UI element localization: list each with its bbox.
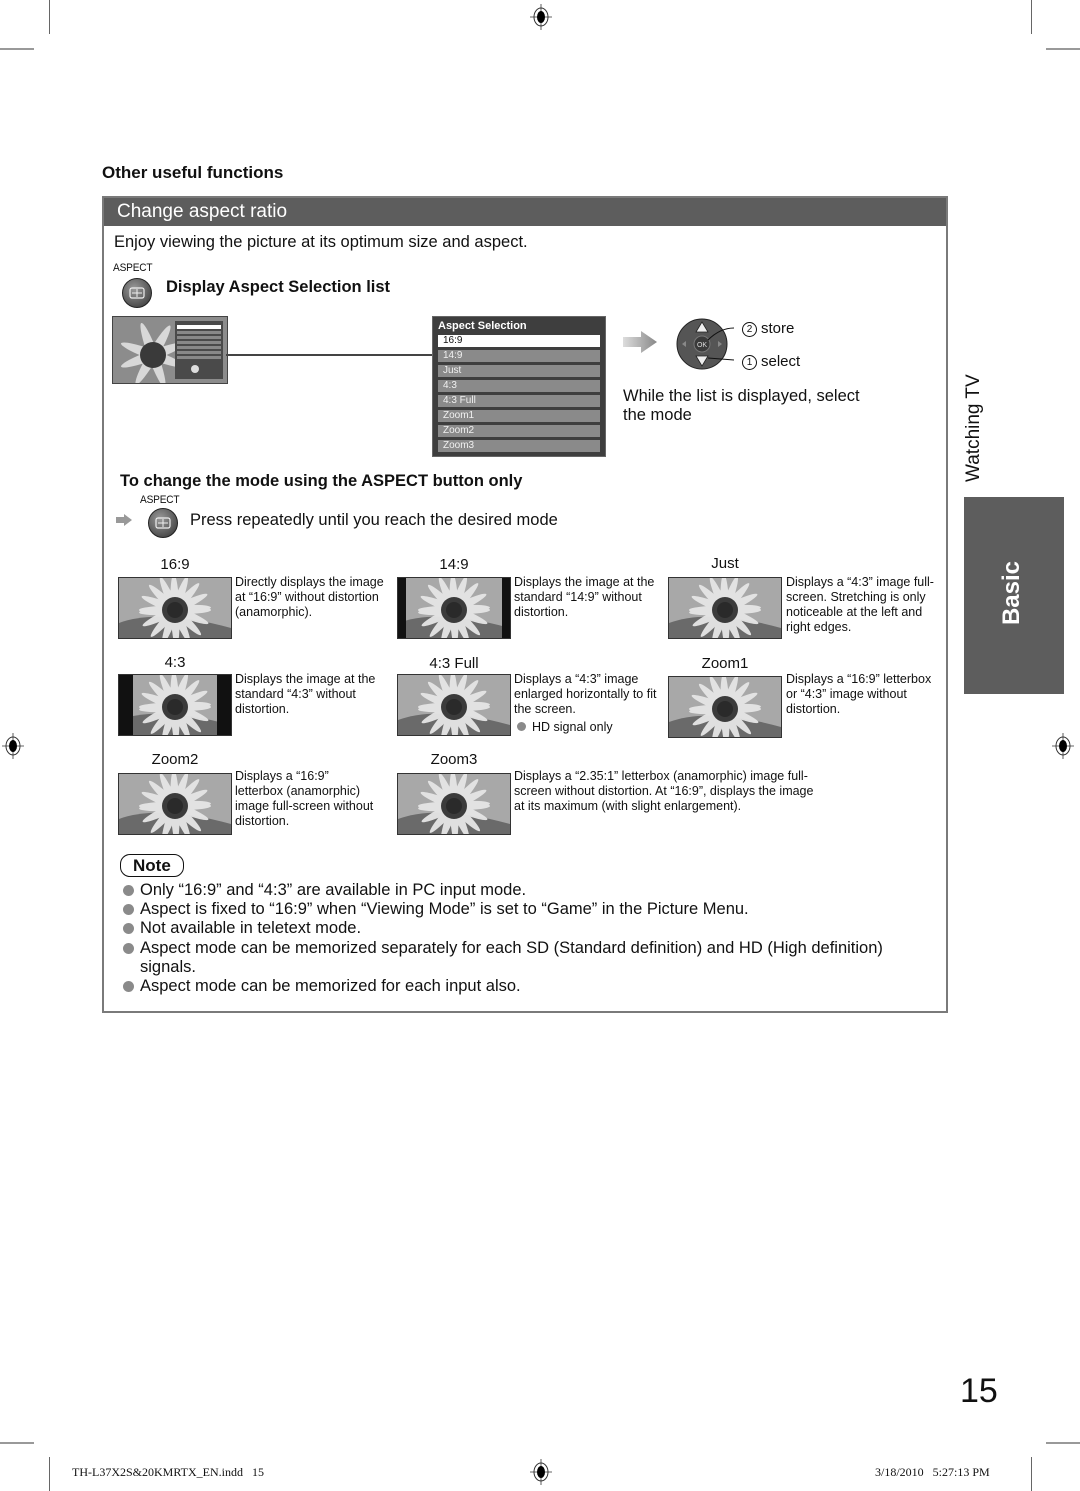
menu-item[interactable]: Zoom2 (438, 425, 600, 437)
bullet-icon (123, 942, 134, 954)
mode-description: Displays a “4:3” image full-screen. Stre… (786, 575, 934, 634)
mode-title: 16:9 (160, 556, 190, 573)
arrow-right-icon (116, 514, 132, 526)
instruction-text: While the list is displayed, select the … (623, 387, 860, 424)
select-label: select (761, 353, 801, 370)
bullet-icon (517, 722, 526, 731)
registration-mark-icon (2, 733, 24, 759)
crop-mark (1046, 48, 1080, 50)
menu-item[interactable]: 4:3 (438, 380, 600, 392)
bullet-icon (123, 923, 134, 935)
bullet-icon (123, 885, 134, 896)
store-label: store (761, 320, 795, 337)
menu-item[interactable]: Zoom1 (438, 410, 600, 422)
mode-thumbnail (397, 773, 511, 835)
mode-title: Zoom1 (701, 655, 749, 672)
note-item: Only “16:9” and “4:3” are available in P… (122, 881, 922, 900)
mode-title: Zoom2 (151, 751, 199, 768)
footer-filename: TH-L37X2S&20KMRTX_EN.indd 15 (72, 1465, 264, 1479)
note-item: Aspect mode can be memorized for each in… (122, 977, 922, 996)
press-instruction: Press repeatedly until you reach the des… (190, 511, 558, 529)
registration-mark-icon (1052, 733, 1074, 759)
registration-mark-icon (530, 4, 552, 30)
menu-item[interactable]: 4:3 Full (438, 395, 600, 407)
aspect-button-icon (148, 508, 178, 538)
crop-mark (0, 48, 34, 50)
ok-label: OK (697, 342, 707, 349)
mode-thumbnail (118, 577, 232, 639)
mode-description: Displays a “16:9” letterbox or “4:3” ima… (786, 672, 932, 716)
crop-mark (1031, 0, 1032, 34)
mode-thumbnail (397, 674, 511, 736)
crop-mark (1031, 1457, 1032, 1491)
footer-timestamp: 3/18/2010 5:27:13 PM (875, 1465, 990, 1479)
aspect-selection-menu: Aspect Selection 16:9 14:9 Just 4:3 4:3 … (432, 316, 606, 457)
arrow-right-icon (623, 331, 657, 353)
mode-title: 4:3 (164, 654, 186, 671)
aspect-button-label: ASPECT (113, 262, 153, 274)
aspect-button-label: ASPECT (140, 494, 180, 506)
note-item: Not available in teletext mode. (122, 919, 922, 938)
menu-item[interactable]: Zoom3 (438, 440, 600, 452)
page-number: 15 (960, 1372, 998, 1410)
mode-title: 4:3 Full (429, 655, 479, 672)
mode-description: Displays a “16:9” letterbox (anamorphic)… (235, 769, 374, 828)
note-item: Aspect is fixed to “16:9” when “Viewing … (122, 900, 922, 919)
step-number: 1 (742, 355, 757, 370)
mode-title: Just (711, 555, 739, 572)
mode-thumbnail (668, 676, 782, 738)
mode-title: Zoom3 (430, 751, 478, 768)
step2-heading: To change the mode using the ASPECT butt… (120, 472, 523, 490)
tv-screen-thumbnail (112, 316, 228, 384)
step-number: 2 (742, 322, 757, 337)
mode-description: Displays a “4:3” image enlarged horizont… (514, 672, 657, 716)
store-step: 2 store (742, 320, 794, 337)
aspect-button-icon (122, 278, 152, 308)
mode-thumbnail (397, 577, 511, 639)
registration-mark-icon (530, 1459, 552, 1485)
chapter-tab: Watching TV (963, 374, 984, 482)
mode-title: 14:9 (439, 556, 469, 573)
crop-mark (1046, 1442, 1080, 1444)
mode-description: Displays a “2.35:1” letterbox (anamorphi… (514, 769, 814, 813)
mode-thumbnail (668, 577, 782, 639)
crop-mark (0, 1442, 34, 1444)
mode-description: Displays the image at the standard “4:3”… (235, 672, 376, 716)
dpad-icon: OK (676, 318, 734, 370)
menu-item[interactable]: 14:9 (438, 350, 600, 362)
section-tab: Basic (964, 497, 1064, 694)
connector-line (226, 354, 432, 356)
bullet-icon (123, 981, 134, 993)
mode-description: Displays the image at the standard “14:9… (514, 575, 655, 619)
intro-text: Enjoy viewing the picture at its optimum… (114, 233, 528, 251)
crop-mark (49, 1457, 50, 1491)
note-badge: Note (120, 854, 184, 877)
section-heading: Other useful functions (102, 163, 284, 182)
menu-item[interactable]: 16:9 (438, 335, 600, 347)
note-item: Aspect mode can be memorized separately … (122, 939, 922, 977)
select-step: 1 select (742, 353, 800, 370)
section-tab-label: Basic (998, 561, 1025, 626)
note-list: Only “16:9” and “4:3” are available in P… (122, 881, 922, 996)
menu-title: Aspect Selection (438, 320, 527, 332)
step1-heading: Display Aspect Selection list (166, 278, 391, 296)
mode-note: HD signal only (517, 720, 613, 734)
mode-thumbnail (118, 773, 232, 835)
menu-item[interactable]: Just (438, 365, 600, 377)
crop-mark (49, 0, 50, 34)
bullet-icon (123, 904, 134, 916)
mode-description: Directly displays the image at “16:9” wi… (235, 575, 384, 619)
mode-thumbnail (118, 674, 232, 736)
panel-title: Change aspect ratio (104, 198, 946, 226)
